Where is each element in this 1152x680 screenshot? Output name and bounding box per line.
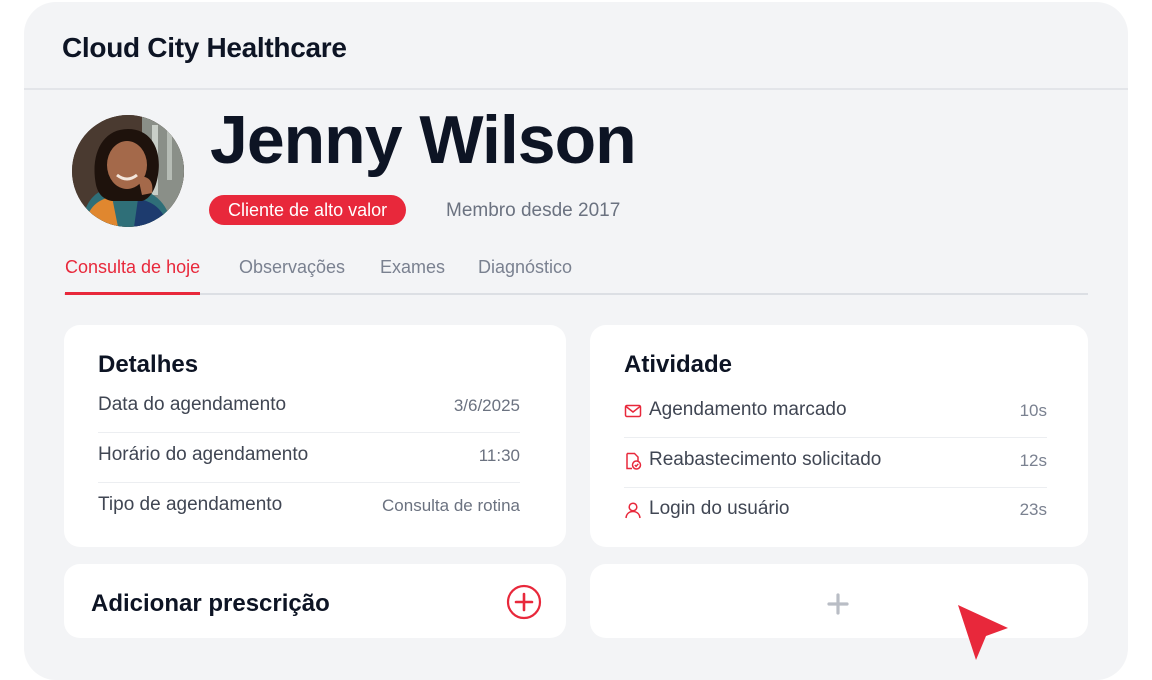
row-label: Data do agendamento: [98, 394, 287, 415]
document-check-icon: [626, 452, 642, 470]
tab-consulta-de-hoje[interactable]: Consulta de hoje: [65, 257, 201, 295]
envelope-icon: [624, 404, 642, 418]
status-badge: Cliente de alto valor: [209, 195, 407, 225]
row-value: 11:30: [478, 446, 520, 465]
row-value: 3/6/2025: [453, 396, 520, 415]
app-title: Cloud City Healthcare: [62, 32, 347, 63]
activity-item: Agendamento marcado 10s: [624, 387, 1047, 438]
top-bar: Cloud City Healthcare: [24, 2, 1128, 90]
plus-icon[interactable]: [826, 592, 850, 616]
cursor-arrow-icon: [958, 605, 1008, 660]
row-value: Consulta de rotina: [382, 496, 520, 515]
details-title: Detalhes: [98, 351, 199, 378]
details-row: Horário do agendamento 11:30: [98, 432, 520, 483]
add-circle-icon[interactable]: [506, 584, 542, 620]
details-row: Tipo de agendamento Consulta de rotina: [98, 482, 520, 532]
app-window: Cloud City Healthcare Jenny Wilson Clien…: [24, 2, 1128, 680]
activity-label: Login do usuário: [649, 498, 790, 519]
tab-bar: Consulta de hoje Observações Exames Diag…: [64, 250, 1088, 295]
member-since: Membro desde 2017: [446, 200, 621, 221]
activity-item: Reabastecimento solicitado 12s: [624, 437, 1047, 488]
patient-name: Jenny Wilson: [210, 102, 637, 178]
tab-diagnostico[interactable]: Diagnóstico: [478, 257, 572, 293]
activity-card: Atividade Agendamento marcado 10s Reabas…: [590, 325, 1088, 547]
activity-time: 10s: [1019, 401, 1047, 420]
add-prescription-card[interactable]: Adicionar prescrição: [64, 564, 566, 638]
activity-label: Reabastecimento solicitado: [649, 449, 882, 470]
activity-time: 23s: [1019, 500, 1047, 519]
row-label: Horário do agendamento: [98, 444, 309, 465]
avatar-photo: [72, 115, 184, 227]
activity-item: Login do usuário 23s: [624, 486, 1047, 536]
details-card: Detalhes Data do agendamento 3/6/2025 Ho…: [64, 325, 566, 547]
details-row: Data do agendamento 3/6/2025: [98, 382, 520, 433]
activity-label: Agendamento marcado: [649, 399, 847, 420]
add-widget-card[interactable]: [590, 564, 1088, 638]
tab-exames[interactable]: Exames: [380, 257, 445, 293]
add-prescription-label: Adicionar prescrição: [91, 590, 330, 617]
tab-observacoes[interactable]: Observações: [239, 257, 345, 293]
avatar: [72, 115, 184, 227]
activity-time: 12s: [1019, 451, 1047, 470]
user-icon: [625, 502, 641, 519]
activity-title: Atividade: [624, 351, 733, 378]
row-label: Tipo de agendamento: [98, 494, 283, 515]
